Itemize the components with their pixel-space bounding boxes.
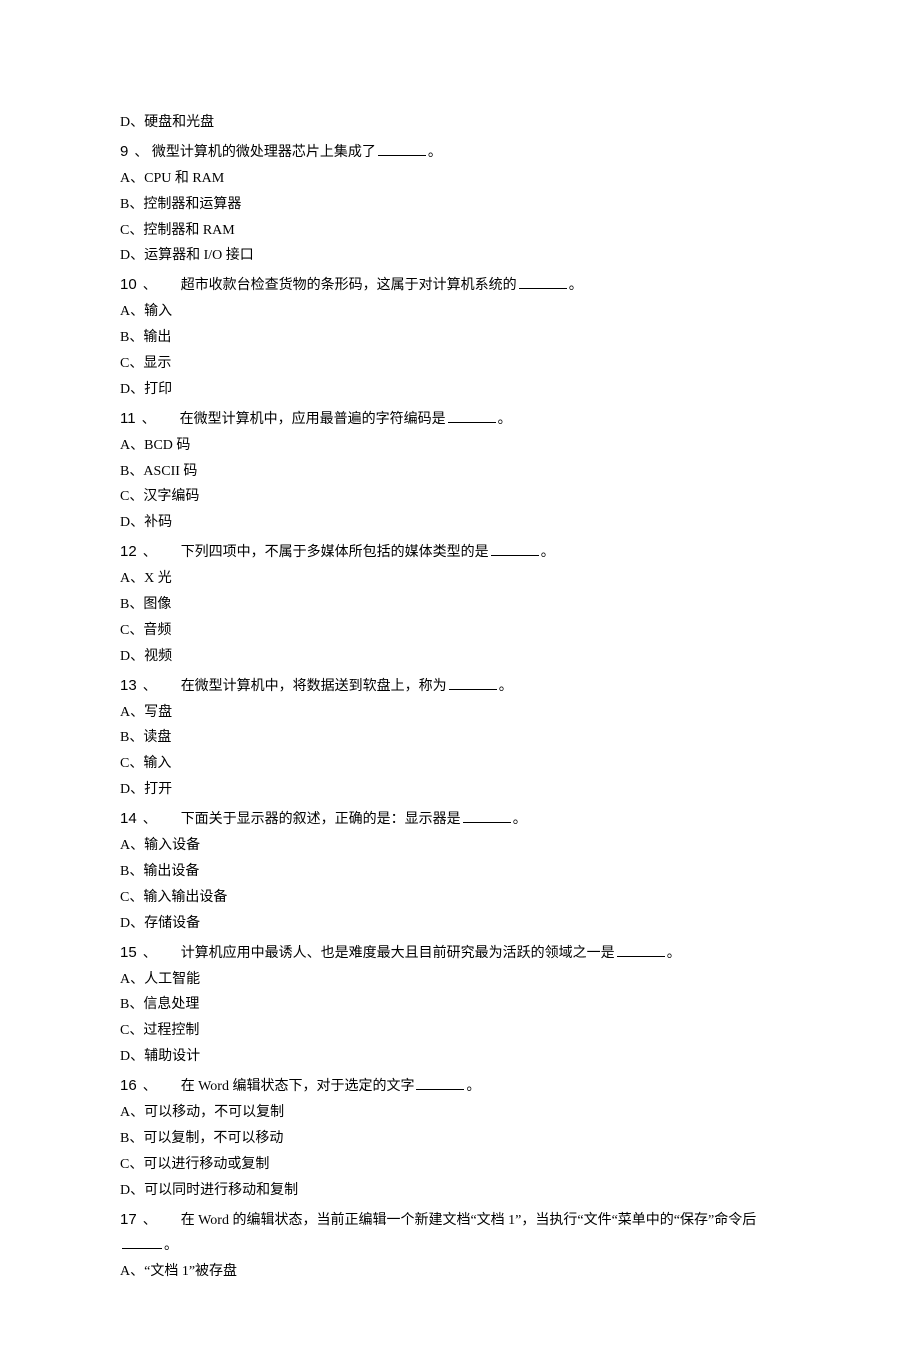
question-stem-post: 。 <box>667 946 681 961</box>
option-line: C、显示 <box>120 351 800 377</box>
option-line: A、输入 <box>120 299 800 325</box>
question-stem-post: 。 <box>541 545 555 560</box>
question-separator: 、 <box>143 1211 157 1227</box>
option-line: B、信息处理 <box>120 992 800 1018</box>
option-line: B、输出 <box>120 325 800 351</box>
option-line: D、硬盘和光盘 <box>120 110 800 136</box>
question-separator: 、 <box>142 410 156 426</box>
question-stem-post: 。 <box>466 1079 480 1094</box>
option-line: A、X 光 <box>120 566 800 592</box>
question-line: 15 、 计算机应用中最诱人、也是难度最大且目前研究最为活跃的领域之一是 。 <box>120 939 800 967</box>
question-stem: 超市收款台检查货物的条形码，这属于对计算机系统的 <box>181 278 517 293</box>
option-line: D、可以同时进行移动和复制 <box>120 1178 800 1204</box>
option-line: A、输入设备 <box>120 833 800 859</box>
question-number: 10 <box>120 276 137 293</box>
option-line: D、辅助设计 <box>120 1044 800 1070</box>
question-line: 17 、 在 Word 的编辑状态，当前正编辑一个新建文档“文档 1”，当执行“文件… <box>120 1206 800 1234</box>
option-line: C、输入 <box>120 751 800 777</box>
question-stem: 在微型计算机中，将数据送到软盘上，称为 <box>181 679 447 694</box>
question-separator: 、 <box>143 543 157 559</box>
question-separator: 、 <box>143 810 157 826</box>
blank-underscore <box>463 809 511 823</box>
blank-underscore <box>449 675 497 689</box>
blank-underscore <box>448 409 496 423</box>
option-line: C、输入输出设备 <box>120 885 800 911</box>
blank-underscore <box>122 1235 162 1249</box>
question-stem: 微型计算机的微处理器芯片上集成了 <box>148 145 376 160</box>
question-stem: 下面关于显示器的叙述，正确的是：显示器是 <box>181 812 461 827</box>
question-stem: 在 Word 编辑状态下，对于选定的文字 <box>181 1079 415 1094</box>
blank-underscore <box>416 1076 464 1090</box>
option-line: A、“文档 1”被存盘 <box>120 1259 800 1285</box>
question-number: 9 <box>120 143 128 160</box>
question-stem-post: 。 <box>498 412 512 427</box>
question-stem-post: 。 <box>569 278 583 293</box>
option-line: B、ASCII 码 <box>120 459 800 485</box>
question-separator: 、 <box>134 143 148 159</box>
question-separator: 、 <box>143 276 157 292</box>
question-number: 11 <box>120 410 136 427</box>
option-line: B、输出设备 <box>120 859 800 885</box>
option-line: C、汉字编码 <box>120 484 800 510</box>
option-line: B、控制器和运算器 <box>120 192 800 218</box>
option-line: C、控制器和 RAM <box>120 218 800 244</box>
option-line: A、可以移动，不可以复制 <box>120 1100 800 1126</box>
question-number: 15 <box>120 944 137 961</box>
option-line: D、视频 <box>120 644 800 670</box>
question-stem-post: 。 <box>428 145 442 160</box>
option-line: A、人工智能 <box>120 967 800 993</box>
option-line: B、读盘 <box>120 725 800 751</box>
question-stem-post: 。 <box>164 1238 178 1253</box>
question-line: 13 、 在微型计算机中，将数据送到软盘上，称为 。 <box>120 672 800 700</box>
question-stem: 下列四项中，不属于多媒体所包括的媒体类型的是 <box>181 545 489 560</box>
option-line: A、写盘 <box>120 700 800 726</box>
blank-underscore <box>491 542 539 556</box>
question-separator: 、 <box>143 944 157 960</box>
question-line: 12 、 下列四项中，不属于多媒体所包括的媒体类型的是 。 <box>120 538 800 566</box>
option-line: C、音频 <box>120 618 800 644</box>
question-stem: 在 Word 的编辑状态，当前正编辑一个新建文档“文档 1”，当执行“文件“菜单… <box>181 1213 757 1228</box>
option-line: D、存储设备 <box>120 911 800 937</box>
question-stem: 计算机应用中最诱人、也是难度最大且目前研究最为活跃的领域之一是 <box>181 946 615 961</box>
document-page: D、硬盘和光盘9、 微型计算机的微处理器芯片上集成了。A、CPU 和 RAMB、… <box>0 0 920 1345</box>
option-line: C、可以进行移动或复制 <box>120 1152 800 1178</box>
blank-underscore <box>519 275 567 289</box>
question-number: 17 <box>120 1211 137 1228</box>
question-stem-post: 。 <box>499 679 513 694</box>
question-line: 9 、 微型计算机的微处理器芯片上集成了 。 <box>120 138 800 166</box>
blank-underscore <box>617 942 665 956</box>
option-line: A、CPU 和 RAM <box>120 166 800 192</box>
question-stem-post: 。 <box>513 812 527 827</box>
option-line: B、图像 <box>120 592 800 618</box>
question-stem: 在微型计算机中，应用最普遍的字符编码是 <box>180 412 446 427</box>
option-line: D、打印 <box>120 377 800 403</box>
option-line: A、BCD 码 <box>120 433 800 459</box>
question-continuation: 。 <box>120 1233 800 1259</box>
question-number: 13 <box>120 677 137 694</box>
question-separator: 、 <box>143 677 157 693</box>
question-number: 12 <box>120 543 137 560</box>
question-line: 11 、 在微型计算机中，应用最普遍的字符编码是 。 <box>120 405 800 433</box>
option-line: D、补码 <box>120 510 800 536</box>
option-line: C、过程控制 <box>120 1018 800 1044</box>
question-separator: 、 <box>143 1077 157 1093</box>
question-number: 16 <box>120 1077 137 1094</box>
question-number: 14 <box>120 810 137 827</box>
question-line: 14 、 下面关于显示器的叙述，正确的是：显示器是 。 <box>120 805 800 833</box>
blank-underscore <box>378 142 426 156</box>
option-line: D、运算器和 I/O 接口 <box>120 243 800 269</box>
option-line: B、可以复制，不可以移动 <box>120 1126 800 1152</box>
question-line: 10 、 超市收款台检查货物的条形码，这属于对计算机系统的 。 <box>120 271 800 299</box>
option-line: D、打开 <box>120 777 800 803</box>
question-line: 16 、 在 Word 编辑状态下，对于选定的文字 。 <box>120 1072 800 1100</box>
